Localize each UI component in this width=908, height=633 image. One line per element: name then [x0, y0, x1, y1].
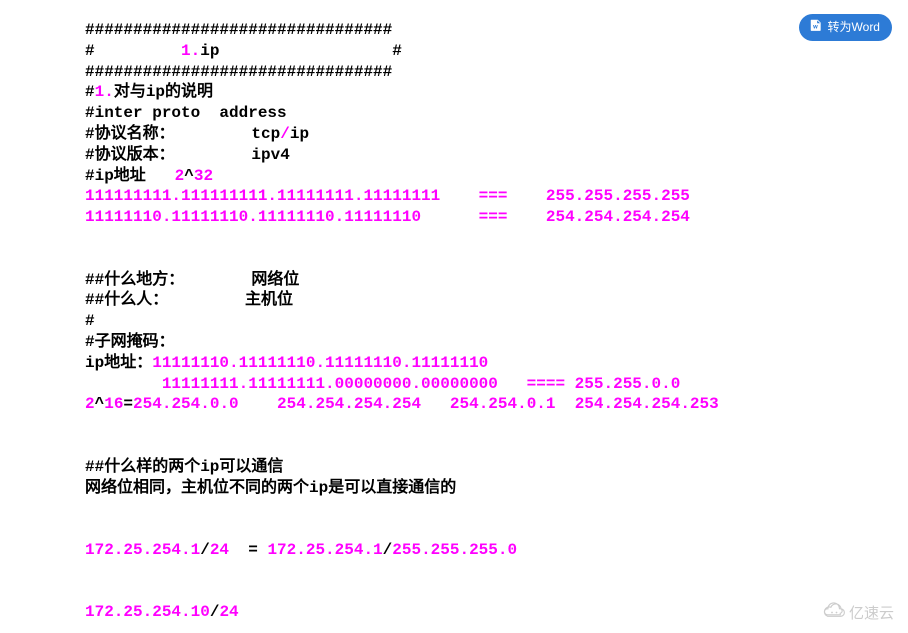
- text: 24: [219, 603, 238, 621]
- cloud-icon: [823, 602, 847, 626]
- text: 2: [85, 395, 95, 413]
- text: 对与ip的说明: [114, 83, 213, 101]
- text: =: [123, 395, 133, 413]
- text: #协议版本： ipv4: [85, 146, 290, 164]
- text: #: [219, 42, 401, 60]
- text: 1.: [95, 83, 114, 101]
- text: 32: [194, 167, 213, 185]
- text: /: [200, 541, 210, 559]
- text: ################################: [85, 63, 392, 81]
- text: 2: [175, 167, 185, 185]
- text: 网络位相同，主机位不同的两个ip是可以直接通信的: [85, 479, 456, 497]
- text: ##什么地方： 网络位: [85, 271, 299, 289]
- code-content: ################################ # 1.ip …: [0, 0, 908, 623]
- text: 16: [104, 395, 123, 413]
- text: 11111110.11111110.11111110.11111110: [152, 354, 488, 372]
- text: =: [229, 541, 267, 559]
- text: #协议名称： tcp: [85, 125, 280, 143]
- text: 172.25.254.10: [85, 603, 210, 621]
- text: 111111111.111111111.11111111.11111111 ==…: [85, 187, 690, 205]
- text: 1.: [181, 42, 200, 60]
- text: ################################: [85, 21, 392, 39]
- text: ^: [95, 395, 105, 413]
- text: ##什么样的两个ip可以通信: [85, 458, 283, 476]
- text: #inter proto address: [85, 104, 287, 122]
- text: 11111110.11111110.11111110.11111110 === …: [85, 208, 690, 226]
- text: ##什么人： 主机位: [85, 291, 293, 309]
- text: 172.25.254.1: [267, 541, 382, 559]
- text: 24: [210, 541, 229, 559]
- text: ip: [290, 125, 309, 143]
- watermark: 亿速云: [823, 602, 894, 626]
- word-icon: [809, 18, 823, 37]
- text: ^: [184, 167, 194, 185]
- text: #: [85, 312, 95, 330]
- watermark-text: 亿速云: [849, 604, 894, 624]
- convert-button-label: 转为Word: [828, 20, 880, 36]
- text: /: [210, 603, 220, 621]
- text: ip: [200, 42, 219, 60]
- text: #ip地址: [85, 167, 175, 185]
- text: #: [85, 83, 95, 101]
- text: 255.255.255.0: [392, 541, 517, 559]
- text: 172.25.254.1: [85, 541, 200, 559]
- text: #: [85, 42, 181, 60]
- text: /: [280, 125, 290, 143]
- text: /: [383, 541, 393, 559]
- text: #子网掩码：: [85, 333, 175, 351]
- text: ip地址：: [85, 354, 152, 372]
- convert-to-word-button[interactable]: 转为Word: [799, 14, 892, 41]
- text: 254.254.0.0 254.254.254.254 254.254.0.1 …: [133, 395, 719, 413]
- text: 11111111.11111111.00000000.00000000 ====…: [85, 375, 680, 393]
